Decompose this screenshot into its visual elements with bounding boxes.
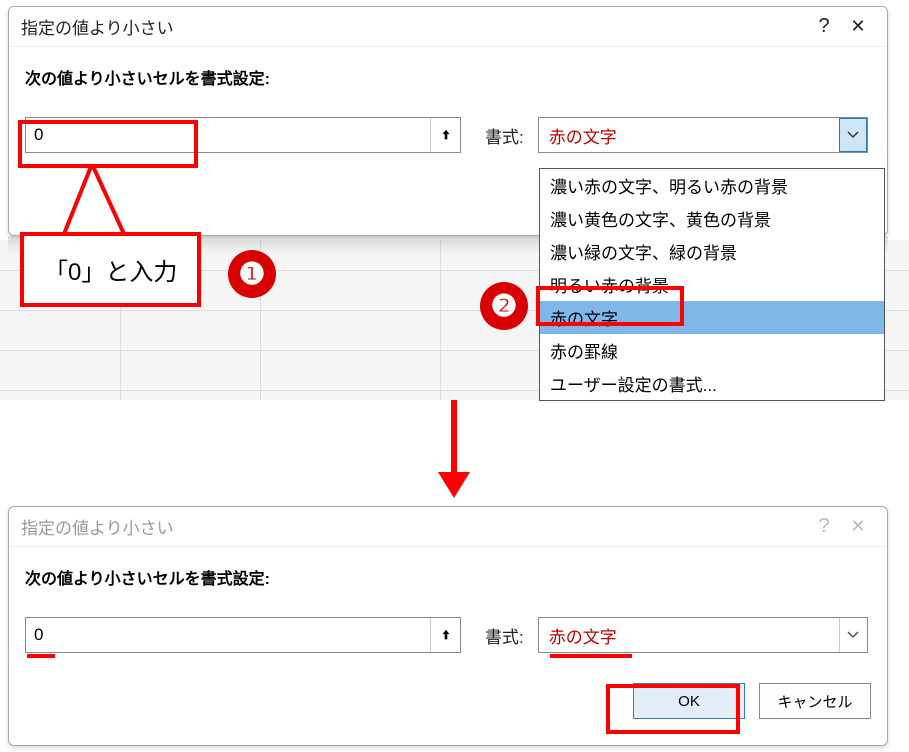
range-picker-icon[interactable] (430, 118, 460, 152)
titlebar: 指定の値より小さい ? ✕ (9, 507, 887, 547)
dialog-button-row: OK キャンセル (9, 663, 887, 735)
chevron-down-icon[interactable] (839, 618, 867, 652)
close-button[interactable]: ✕ (841, 516, 875, 537)
dialog-title: 指定の値より小さい (21, 514, 807, 539)
format-option[interactable]: ユーザー設定の書式... (540, 367, 884, 400)
step-badge-2: ❷ (480, 282, 528, 330)
format-option-selected[interactable]: 赤の文字 (540, 301, 884, 334)
annotation-underline-value (27, 654, 55, 658)
threshold-field-wrap (25, 117, 461, 153)
callout-box: 「0」と入力 (20, 232, 201, 307)
format-option[interactable]: 濃い黄色の文字、黄色の背景 (540, 202, 884, 235)
format-selected-text: 赤の文字 (539, 623, 839, 648)
format-option[interactable]: 赤の罫線 (540, 334, 884, 367)
dialog-title: 指定の値より小さい (21, 14, 807, 39)
step-badge-1: ❶ (228, 250, 276, 298)
range-picker-icon[interactable] (430, 618, 460, 652)
prompt-label: 次の値より小さいセルを書式設定: (25, 565, 871, 589)
down-arrow-icon (430, 398, 478, 500)
annotation-underline-format (550, 654, 632, 658)
callout-text: 「0」と入力 (44, 259, 177, 286)
help-button[interactable]: ? (807, 15, 841, 38)
titlebar: 指定の値より小さい ? ✕ (9, 7, 887, 47)
format-label: 書式: (485, 623, 524, 648)
format-select[interactable]: 赤の文字 (538, 117, 868, 153)
format-dropdown-list: 濃い赤の文字、明るい赤の背景 濃い黄色の文字、黄色の背景 濃い緑の文字、緑の背景… (539, 168, 885, 401)
format-selected-text: 赤の文字 (539, 123, 839, 148)
callout-tail-icon (58, 164, 138, 240)
prompt-label: 次の値より小さいセルを書式設定: (25, 65, 871, 89)
threshold-input[interactable] (26, 121, 430, 149)
threshold-field-wrap (25, 617, 461, 653)
format-select[interactable]: 赤の文字 (538, 617, 868, 653)
help-button[interactable]: ? (807, 515, 841, 538)
chevron-down-icon[interactable] (839, 118, 867, 152)
format-label: 書式: (485, 123, 524, 148)
close-button[interactable]: ✕ (841, 16, 875, 37)
cancel-button[interactable]: キャンセル (759, 683, 871, 719)
threshold-input[interactable] (26, 621, 430, 649)
format-option[interactable]: 濃い緑の文字、緑の背景 (540, 235, 884, 268)
format-option[interactable]: 明るい赤の背景 (540, 268, 884, 301)
format-option[interactable]: 濃い赤の文字、明るい赤の背景 (540, 169, 884, 202)
less-than-dialog-bottom: 指定の値より小さい ? ✕ 次の値より小さいセルを書式設定: 書式: 赤の文字 … (8, 506, 888, 746)
ok-button[interactable]: OK (633, 683, 745, 719)
